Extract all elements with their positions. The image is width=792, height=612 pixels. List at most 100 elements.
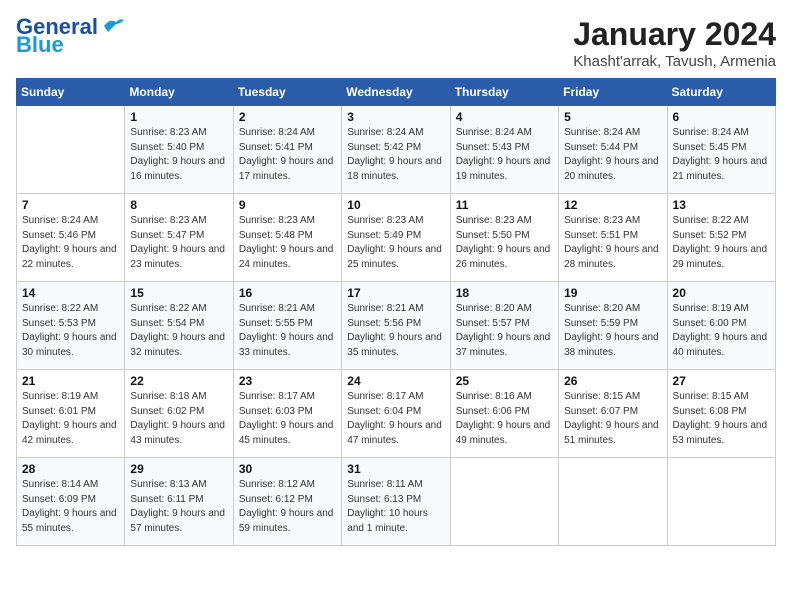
- calendar-cell: 3 Sunrise: 8:24 AM Sunset: 5:42 PM Daylig…: [342, 106, 450, 194]
- day-info: Sunrise: 8:19 AM Sunset: 6:00 PM Dayligh…: [673, 302, 770, 360]
- calendar-cell: 10 Sunrise: 8:23 AM Sunset: 5:49 PM Dayli…: [342, 194, 450, 282]
- calendar-cell: 28 Sunrise: 8:14 AM Sunset: 6:09 PM Dayli…: [17, 458, 125, 546]
- day-number: 14: [22, 286, 119, 300]
- day-number: 11: [456, 198, 553, 212]
- calendar-cell: 14 Sunrise: 8:22 AM Sunset: 5:53 PM Dayli…: [17, 282, 125, 370]
- calendar-cell: 27 Sunrise: 8:15 AM Sunset: 6:08 PM Dayli…: [667, 370, 775, 458]
- day-info: Sunrise: 8:23 AM Sunset: 5:51 PM Dayligh…: [564, 214, 661, 272]
- day-number: 16: [239, 286, 336, 300]
- day-info: Sunrise: 8:21 AM Sunset: 5:56 PM Dayligh…: [347, 302, 444, 360]
- day-info: Sunrise: 8:21 AM Sunset: 5:55 PM Dayligh…: [239, 302, 336, 360]
- calendar-cell: [559, 458, 667, 546]
- day-number: 28: [22, 462, 119, 476]
- day-info: Sunrise: 8:24 AM Sunset: 5:46 PM Dayligh…: [22, 214, 119, 272]
- logo-bird-icon: [102, 16, 124, 34]
- weekday-header-row: SundayMondayTuesdayWednesdayThursdayFrid…: [17, 79, 776, 106]
- day-info: Sunrise: 8:12 AM Sunset: 6:12 PM Dayligh…: [239, 478, 336, 536]
- day-number: 25: [456, 374, 553, 388]
- calendar-cell: 9Sunrise: 8:23 AM Sunset: 5:48 PM Daylig…: [233, 194, 341, 282]
- month-title: January 2024: [573, 16, 776, 53]
- day-number: 18: [456, 286, 553, 300]
- day-info: Sunrise: 8:17 AM Sunset: 6:03 PM Dayligh…: [239, 390, 336, 448]
- page-header: General Blue January 2024 Khasht'arrak, …: [16, 16, 776, 70]
- logo-blue-text: Blue: [16, 34, 64, 56]
- day-info: Sunrise: 8:23 AM Sunset: 5:47 PM Dayligh…: [130, 214, 227, 272]
- day-info: Sunrise: 8:11 AM Sunset: 6:13 PM Dayligh…: [347, 478, 444, 536]
- location-text: Khasht'arrak, Tavush, Armenia: [573, 53, 776, 70]
- day-info: Sunrise: 8:22 AM Sunset: 5:52 PM Dayligh…: [673, 214, 770, 272]
- day-info: Sunrise: 8:24 AM Sunset: 5:41 PM Dayligh…: [239, 126, 336, 184]
- day-number: 15: [130, 286, 227, 300]
- day-number: 4: [456, 110, 553, 124]
- day-number: 3: [347, 110, 444, 124]
- day-number: 1: [130, 110, 227, 124]
- day-number: 21: [22, 374, 119, 388]
- day-number: 27: [673, 374, 770, 388]
- day-info: Sunrise: 8:20 AM Sunset: 5:57 PM Dayligh…: [456, 302, 553, 360]
- day-info: Sunrise: 8:23 AM Sunset: 5:49 PM Dayligh…: [347, 214, 444, 272]
- day-info: Sunrise: 8:24 AM Sunset: 5:45 PM Dayligh…: [673, 126, 770, 184]
- calendar-cell: 30 Sunrise: 8:12 AM Sunset: 6:12 PM Dayli…: [233, 458, 341, 546]
- day-number: 29: [130, 462, 227, 476]
- calendar-week-3: 14 Sunrise: 8:22 AM Sunset: 5:53 PM Dayli…: [17, 282, 776, 370]
- day-number: 30: [239, 462, 336, 476]
- day-info: Sunrise: 8:13 AM Sunset: 6:11 PM Dayligh…: [130, 478, 227, 536]
- logo: General Blue: [16, 16, 124, 56]
- calendar-cell: 19Sunrise: 8:20 AM Sunset: 5:59 PM Dayli…: [559, 282, 667, 370]
- calendar-cell: 29 Sunrise: 8:13 AM Sunset: 6:11 PM Dayli…: [125, 458, 233, 546]
- day-info: Sunrise: 8:19 AM Sunset: 6:01 PM Dayligh…: [22, 390, 119, 448]
- calendar-cell: 12 Sunrise: 8:23 AM Sunset: 5:51 PM Dayli…: [559, 194, 667, 282]
- title-section: January 2024 Khasht'arrak, Tavush, Armen…: [573, 16, 776, 70]
- day-info: Sunrise: 8:17 AM Sunset: 6:04 PM Dayligh…: [347, 390, 444, 448]
- day-info: Sunrise: 8:23 AM Sunset: 5:40 PM Dayligh…: [130, 126, 227, 184]
- calendar-cell: 31 Sunrise: 8:11 AM Sunset: 6:13 PM Dayli…: [342, 458, 450, 546]
- day-info: Sunrise: 8:23 AM Sunset: 5:50 PM Dayligh…: [456, 214, 553, 272]
- calendar-week-5: 28 Sunrise: 8:14 AM Sunset: 6:09 PM Dayli…: [17, 458, 776, 546]
- day-number: 8: [130, 198, 227, 212]
- weekday-header-saturday: Saturday: [667, 79, 775, 106]
- calendar-cell: [17, 106, 125, 194]
- calendar-cell: 15 Sunrise: 8:22 AM Sunset: 5:54 PM Dayli…: [125, 282, 233, 370]
- calendar-cell: 18 Sunrise: 8:20 AM Sunset: 5:57 PM Dayli…: [450, 282, 558, 370]
- calendar-cell: 26Sunrise: 8:15 AM Sunset: 6:07 PM Dayli…: [559, 370, 667, 458]
- day-number: 2: [239, 110, 336, 124]
- weekday-header-monday: Monday: [125, 79, 233, 106]
- calendar-cell: 24 Sunrise: 8:17 AM Sunset: 6:04 PM Dayli…: [342, 370, 450, 458]
- day-number: 9: [239, 198, 336, 212]
- day-info: Sunrise: 8:22 AM Sunset: 5:54 PM Dayligh…: [130, 302, 227, 360]
- calendar-cell: 16 Sunrise: 8:21 AM Sunset: 5:55 PM Dayli…: [233, 282, 341, 370]
- calendar-cell: 4Sunrise: 8:24 AM Sunset: 5:43 PM Daylig…: [450, 106, 558, 194]
- calendar-cell: 8 Sunrise: 8:23 AM Sunset: 5:47 PM Daylig…: [125, 194, 233, 282]
- day-info: Sunrise: 8:14 AM Sunset: 6:09 PM Dayligh…: [22, 478, 119, 536]
- day-info: Sunrise: 8:22 AM Sunset: 5:53 PM Dayligh…: [22, 302, 119, 360]
- day-number: 24: [347, 374, 444, 388]
- calendar-week-2: 7 Sunrise: 8:24 AM Sunset: 5:46 PM Daylig…: [17, 194, 776, 282]
- calendar-cell: 17Sunrise: 8:21 AM Sunset: 5:56 PM Dayli…: [342, 282, 450, 370]
- day-number: 7: [22, 198, 119, 212]
- day-number: 12: [564, 198, 661, 212]
- day-number: 23: [239, 374, 336, 388]
- calendar-cell: 5 Sunrise: 8:24 AM Sunset: 5:44 PM Daylig…: [559, 106, 667, 194]
- calendar-cell: 22 Sunrise: 8:18 AM Sunset: 6:02 PM Dayli…: [125, 370, 233, 458]
- weekday-header-sunday: Sunday: [17, 79, 125, 106]
- day-info: Sunrise: 8:24 AM Sunset: 5:42 PM Dayligh…: [347, 126, 444, 184]
- calendar-table: SundayMondayTuesdayWednesdayThursdayFrid…: [16, 78, 776, 546]
- day-info: Sunrise: 8:15 AM Sunset: 6:07 PM Dayligh…: [564, 390, 661, 448]
- day-number: 10: [347, 198, 444, 212]
- calendar-cell: 6 Sunrise: 8:24 AM Sunset: 5:45 PM Daylig…: [667, 106, 775, 194]
- day-info: Sunrise: 8:24 AM Sunset: 5:44 PM Dayligh…: [564, 126, 661, 184]
- calendar-cell: 25Sunrise: 8:16 AM Sunset: 6:06 PM Dayli…: [450, 370, 558, 458]
- calendar-cell: 20 Sunrise: 8:19 AM Sunset: 6:00 PM Dayli…: [667, 282, 775, 370]
- day-number: 6: [673, 110, 770, 124]
- day-number: 31: [347, 462, 444, 476]
- calendar-week-4: 21 Sunrise: 8:19 AM Sunset: 6:01 PM Dayli…: [17, 370, 776, 458]
- day-info: Sunrise: 8:15 AM Sunset: 6:08 PM Dayligh…: [673, 390, 770, 448]
- day-info: Sunrise: 8:18 AM Sunset: 6:02 PM Dayligh…: [130, 390, 227, 448]
- day-number: 5: [564, 110, 661, 124]
- weekday-header-wednesday: Wednesday: [342, 79, 450, 106]
- day-number: 20: [673, 286, 770, 300]
- calendar-cell: 1 Sunrise: 8:23 AM Sunset: 5:40 PM Daylig…: [125, 106, 233, 194]
- day-number: 19: [564, 286, 661, 300]
- calendar-cell: [450, 458, 558, 546]
- day-number: 22: [130, 374, 227, 388]
